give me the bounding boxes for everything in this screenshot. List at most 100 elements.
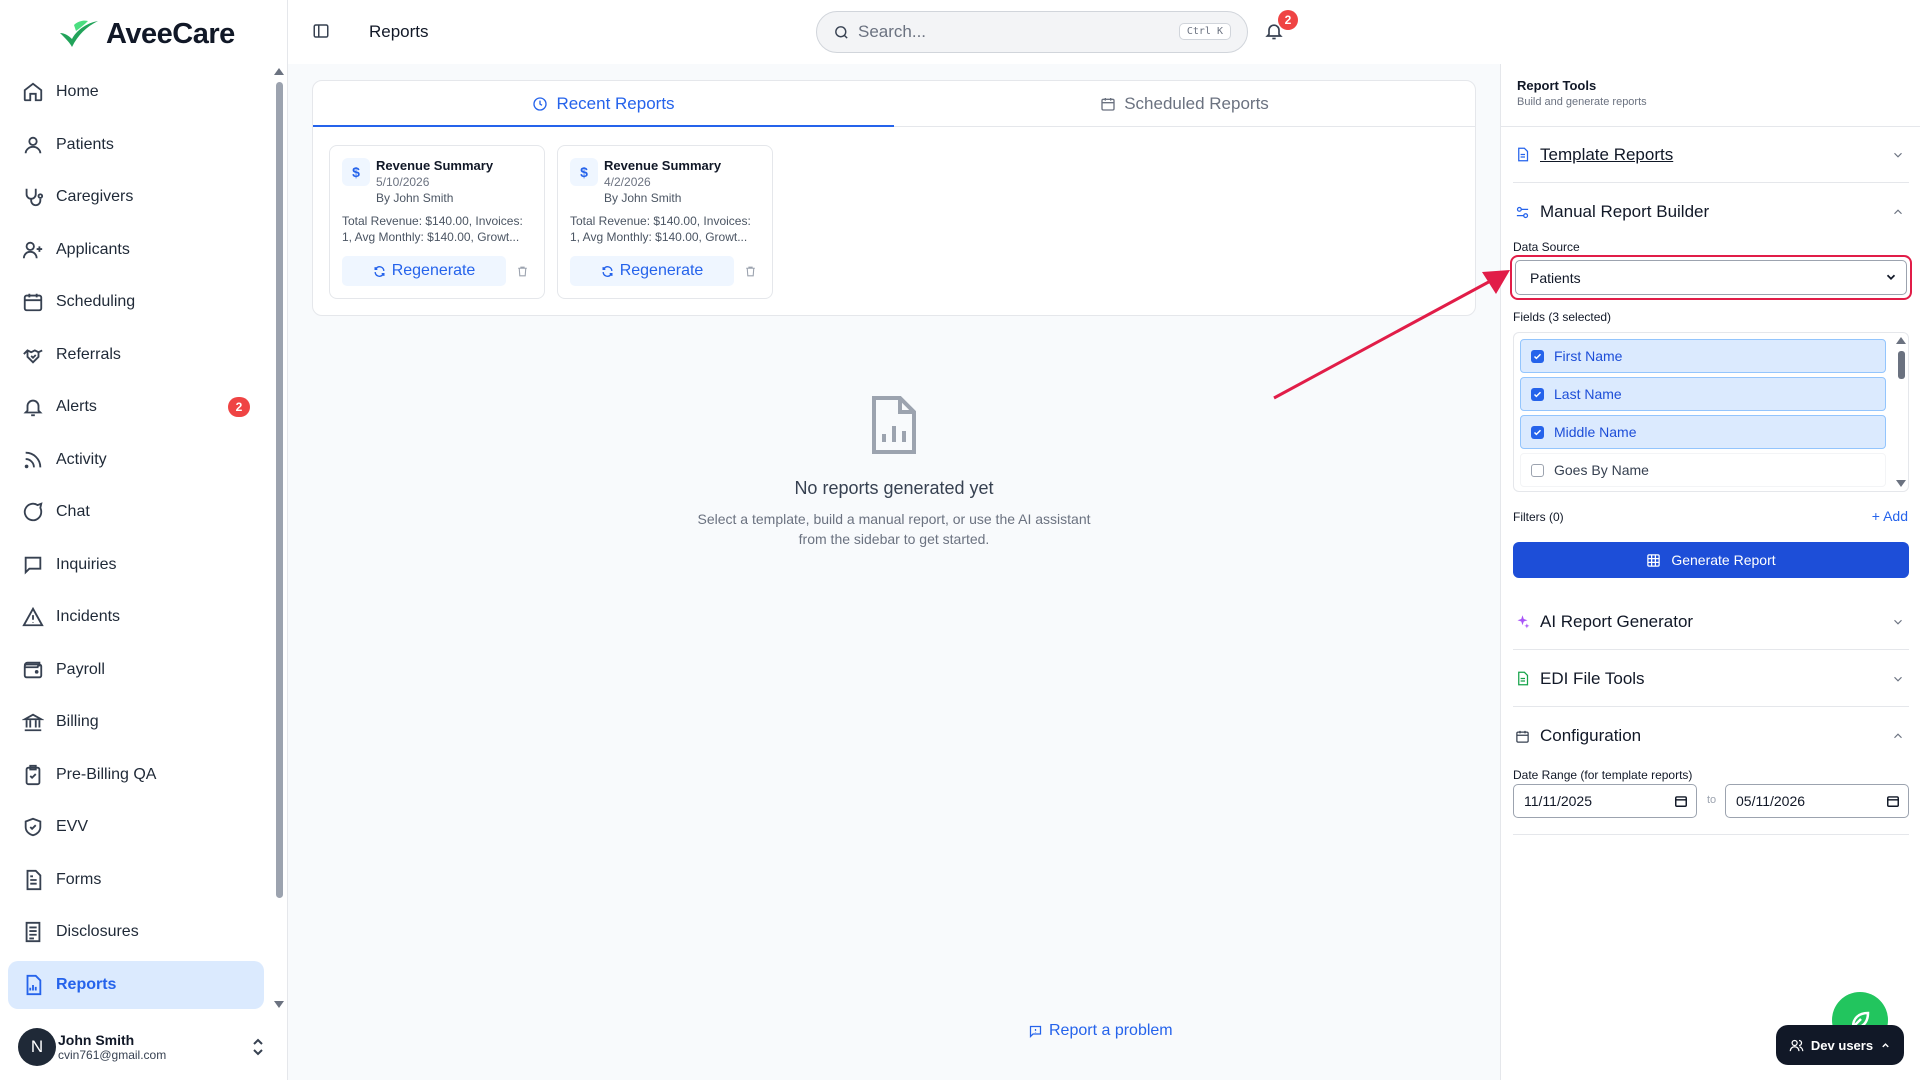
sidebar-item-alerts[interactable]: Alerts 2 [8, 383, 264, 431]
date-to-value: 05/11/2026 [1736, 793, 1806, 809]
leaf-logo-icon [60, 20, 98, 47]
scroll-thumb[interactable] [276, 82, 283, 898]
trash-icon[interactable] [744, 265, 757, 278]
empty-subtitle: Select a template, build a manual report… [288, 509, 1500, 549]
section-template-reports[interactable]: Template Reports [1513, 127, 1909, 183]
section-manual-builder[interactable]: Manual Report Builder [1513, 184, 1909, 240]
regenerate-button[interactable]: Regenerate [570, 256, 734, 286]
dollar-icon: $ [570, 158, 598, 186]
sidebar-item-label: Pre-Billing QA [56, 765, 157, 783]
section-ai-generator[interactable]: AI Report Generator [1513, 594, 1909, 650]
scroll-down-arrow-icon[interactable] [274, 1001, 284, 1008]
notification-badge: 2 [1278, 10, 1298, 30]
field-option-first-name[interactable]: First Name [1520, 339, 1886, 373]
sidebar-item-evv[interactable]: EVV [8, 803, 264, 851]
user-menu[interactable]: N John Smith cvin761@gmail.com [18, 1022, 274, 1072]
sidebar-item-home[interactable]: Home [8, 68, 264, 116]
report-tile[interactable]: $ Revenue Summary 4/2/2026 By John Smith… [557, 145, 773, 299]
tab-recent-reports[interactable]: Recent Reports [313, 81, 894, 127]
generate-report-button[interactable]: Generate Report [1513, 542, 1909, 578]
data-source-label: Data Source [1513, 240, 1580, 254]
bell-icon [23, 399, 43, 417]
scroll-up-arrow-icon[interactable] [1896, 337, 1906, 344]
sidebar-item-reports[interactable]: Reports [8, 960, 264, 1009]
checkbox-checked[interactable] [1531, 425, 1544, 439]
field-option-last-name[interactable]: Last Name [1520, 377, 1886, 411]
search-bar[interactable]: Ctrl K [816, 11, 1248, 53]
sidebar-item-label: Payroll [56, 660, 105, 678]
sliders-icon [1516, 206, 1529, 218]
sidebar-item-activity[interactable]: Activity [8, 436, 264, 484]
sidebar-item-label: Referrals [56, 345, 121, 363]
chevron-down-icon [1894, 676, 1902, 682]
chat-bubble-icon [23, 502, 43, 522]
field-option-goes-by-name[interactable]: Goes By Name [1520, 453, 1886, 487]
sidebar-item-scheduling[interactable]: Scheduling [8, 278, 264, 326]
home-icon [23, 82, 43, 102]
empty-subtitle-line: Select a template, build a manual report… [697, 511, 1091, 527]
check-icon [1533, 391, 1542, 397]
sidebar-item-patients[interactable]: Patients [8, 121, 264, 169]
logo[interactable]: AveeCare [56, 14, 235, 54]
sidebar-item-disclosures[interactable]: Disclosures [8, 908, 264, 956]
sidebar-item-pre-billing-qa[interactable]: Pre-Billing QA [8, 751, 264, 799]
tab-scheduled-reports[interactable]: Scheduled Reports [894, 81, 1475, 126]
sidebar-item-caregivers[interactable]: Caregivers [8, 173, 264, 221]
field-option-label: Middle Name [1554, 424, 1637, 440]
date-from-input[interactable]: 11/11/2025 [1513, 784, 1697, 818]
dev-users-label: Dev users [1810, 1037, 1874, 1053]
checkbox-checked[interactable] [1531, 349, 1544, 363]
report-author: By John Smith [604, 191, 682, 205]
report-problem-link[interactable]: Report a problem [1028, 1022, 1173, 1040]
trash-icon[interactable] [516, 265, 529, 278]
sidebar-item-billing[interactable]: Billing [8, 698, 264, 746]
fields-label: Fields (3 selected) [1513, 310, 1612, 324]
date-range-separator: to [1707, 794, 1717, 806]
section-label: AI Report Generator [1540, 611, 1694, 631]
search-input[interactable] [858, 22, 1158, 42]
sidebar-item-chat[interactable]: Chat [8, 488, 264, 536]
section-edi-tools[interactable]: EDI File Tools [1513, 651, 1909, 707]
calendar-icon [23, 293, 43, 312]
scroll-thumb[interactable] [1898, 351, 1905, 379]
tile-header: Revenue Summary 5/10/2026 By John Smith [376, 158, 532, 205]
shield-check-icon [24, 817, 42, 837]
fields-list[interactable]: First Name Last Name Middle Name Goes By… [1513, 332, 1909, 492]
report-title: Revenue Summary [376, 158, 494, 173]
section-label: EDI File Tools [1540, 668, 1645, 688]
sidebar-item-label: Alerts [56, 398, 97, 415]
calendar-icon[interactable] [1674, 794, 1688, 808]
dev-users-button[interactable]: Dev users [1776, 1025, 1904, 1065]
clipboard-check-icon [25, 764, 41, 785]
empty-subtitle-line: from the sidebar to get started. [798, 531, 990, 547]
section-configuration[interactable]: Configuration [1513, 708, 1909, 764]
check-icon [1533, 353, 1542, 359]
scroll-up-arrow-icon[interactable] [274, 68, 284, 75]
chevrons-up-down-icon[interactable] [250, 1037, 266, 1057]
message-square-icon [24, 556, 42, 575]
sidebar-item-incidents[interactable]: Incidents [8, 593, 264, 641]
report-tile[interactable]: $ Revenue Summary 5/10/2026 By John Smit… [329, 145, 545, 299]
sidebar-toggle-icon[interactable] [312, 22, 330, 40]
scroll-down-arrow-icon[interactable] [1896, 480, 1906, 487]
sidebar-item-inquiries[interactable]: Inquiries [8, 541, 264, 589]
footer: Report a problem [288, 992, 1500, 1080]
regenerate-label: Regenerate [391, 262, 476, 279]
sidebar-item-applicants[interactable]: Applicants [8, 226, 264, 274]
regenerate-button[interactable]: Regenerate [342, 256, 506, 286]
field-option-middle-name[interactable]: Middle Name [1520, 415, 1886, 449]
chevron-up-icon [1894, 733, 1902, 739]
wallet-icon [23, 661, 43, 678]
calendar-icon[interactable] [1886, 794, 1900, 808]
file-icon [1518, 147, 1529, 162]
date-to-input[interactable]: 05/11/2026 [1725, 784, 1909, 818]
checkbox-checked[interactable] [1531, 387, 1544, 401]
add-filter-button[interactable]: + Add [1872, 508, 1908, 524]
sidebar-item-forms[interactable]: Forms [8, 856, 264, 904]
sidebar-scrollbar[interactable] [274, 66, 284, 1010]
checkbox-unchecked[interactable] [1531, 463, 1544, 477]
data-source-select[interactable]: Patients [1515, 260, 1907, 295]
fields-scrollbar[interactable] [1896, 335, 1906, 489]
sidebar-item-referrals[interactable]: Referrals [8, 331, 264, 379]
sidebar-item-payroll[interactable]: Payroll [8, 646, 264, 694]
